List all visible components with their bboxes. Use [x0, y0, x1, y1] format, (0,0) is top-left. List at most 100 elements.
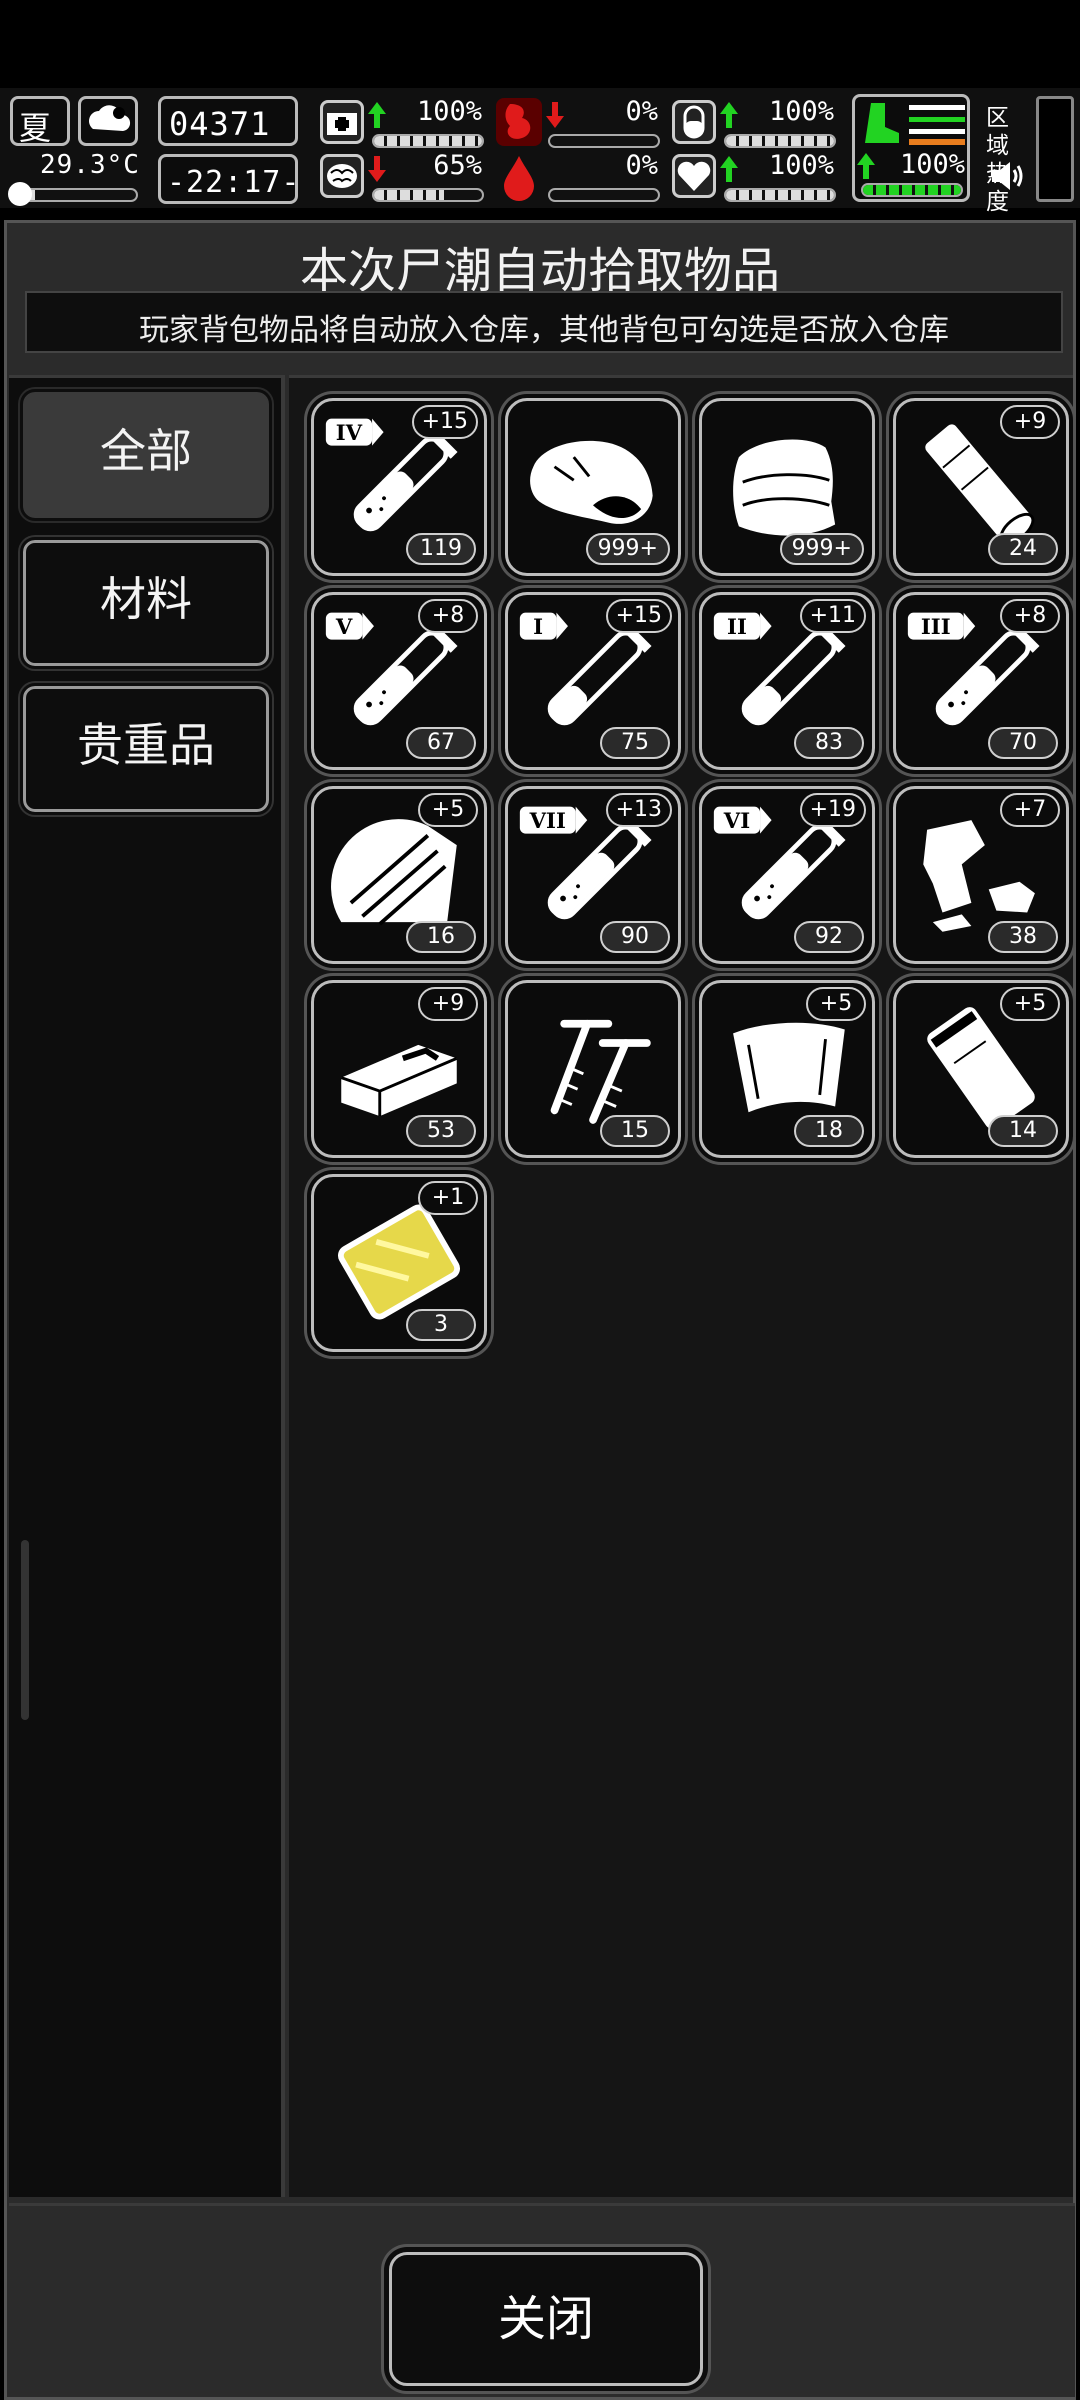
region-heat-meter — [1036, 96, 1074, 202]
weather-icon — [78, 96, 138, 146]
item-count-badge: 18 — [794, 1115, 864, 1147]
item-count-badge: 15 — [600, 1115, 670, 1147]
stamina-percent: 100% — [899, 149, 965, 180]
water-percent: 100% — [768, 96, 834, 127]
item-count-badge: 14 — [988, 1115, 1058, 1147]
item-count-badge: 3 — [406, 1309, 476, 1341]
item-bonus-badge: +9 — [418, 987, 478, 1021]
stamina-lines — [909, 105, 965, 145]
inventory-item[interactable]: VII +13 90 — [505, 786, 681, 964]
inventory-item[interactable]: +5 16 — [311, 786, 487, 964]
inventory-item[interactable]: V +8 67 — [311, 592, 487, 770]
item-count-badge: 999+ — [779, 533, 864, 565]
water-icon[interactable] — [672, 100, 716, 144]
svg-text:II: II — [727, 614, 747, 639]
season-label: 夏 — [19, 109, 52, 147]
boot-icon — [865, 103, 899, 143]
item-bonus-badge: +8 — [418, 599, 478, 633]
item-count-badge: 67 — [406, 727, 476, 759]
item-bonus-badge: +15 — [605, 599, 672, 633]
day-counter: 04371 — [169, 105, 271, 143]
inventory-item[interactable]: +1 3 — [311, 1174, 487, 1352]
item-bonus-badge: +9 — [1000, 405, 1060, 439]
temperature: 29.3°C — [40, 150, 140, 180]
inventory-item[interactable]: IV +15 119 — [311, 398, 487, 576]
inventory-item[interactable]: 999+ — [505, 398, 681, 576]
item-bonus-badge: +7 — [1000, 793, 1060, 827]
inventory-item[interactable]: +9 53 — [311, 980, 487, 1158]
mood-percent: 100% — [768, 150, 834, 181]
item-bonus-badge: +5 — [806, 987, 866, 1021]
subtitle-box: 玩家背包物品将自动放入仓库，其他背包可勾选是否放入仓库 — [25, 291, 1063, 353]
auto-loot-panel: 本次尸潮自动拾取物品 玩家背包物品将自动放入仓库，其他背包可勾选是否放入仓库 全… — [4, 220, 1076, 2400]
stamina-box: 100% — [852, 94, 970, 202]
item-bonus-badge: +13 — [605, 793, 672, 827]
svg-text:IV: IV — [336, 420, 363, 445]
sanity-meter — [372, 188, 484, 202]
inventory-item[interactable]: 15 — [505, 980, 681, 1158]
clock: -22:17- — [167, 165, 301, 200]
item-bonus-badge: +15 — [411, 405, 478, 439]
item-grid: IV +15 119 999+ 999+ +9 24 V +8 67 I +15 75 II — [289, 375, 1073, 2197]
item-bonus-badge: +8 — [1000, 599, 1060, 633]
svg-text:I: I — [533, 614, 543, 639]
water-meter — [724, 134, 836, 148]
inventory-item[interactable]: +5 14 — [893, 980, 1069, 1158]
item-count-badge: 70 — [988, 727, 1058, 759]
item-bonus-badge: +5 — [418, 793, 478, 827]
item-count-badge: 75 — [600, 727, 670, 759]
hunger-percent: 0% — [625, 96, 658, 127]
inventory-item[interactable]: +9 24 — [893, 398, 1069, 576]
svg-text:V: V — [335, 614, 353, 639]
svg-text:III: III — [921, 614, 951, 639]
thermometer-icon — [8, 182, 32, 206]
bleeding-meter — [548, 188, 660, 202]
item-bonus-badge: +5 — [1000, 987, 1060, 1021]
brain-icon[interactable] — [320, 154, 364, 198]
stamina-meter — [861, 183, 963, 197]
close-button[interactable]: 关闭 — [389, 2252, 703, 2386]
tab-valuables[interactable]: 贵重品 — [20, 683, 272, 815]
category-sidebar: 全部 材料 贵重品 — [9, 375, 285, 2197]
stomach-icon[interactable] — [496, 98, 542, 146]
item-count-badge: 92 — [794, 921, 864, 953]
inventory-item[interactable]: 999+ — [699, 398, 875, 576]
sidebar-scrollbar[interactable] — [21, 1540, 29, 1720]
item-bonus-badge: +1 — [418, 1181, 478, 1215]
sanity-percent: 65% — [433, 150, 482, 181]
season-badge: 夏 — [10, 96, 70, 147]
heart-icon[interactable] — [672, 154, 716, 198]
tab-all[interactable]: 全部 — [20, 389, 272, 521]
panel-subtitle: 玩家背包物品将自动放入仓库，其他背包可勾选是否放入仓库 — [139, 313, 949, 348]
item-count-badge: 119 — [406, 533, 476, 565]
tab-materials[interactable]: 材料 — [20, 537, 272, 669]
item-count-badge: 38 — [988, 921, 1058, 953]
svg-text:VI: VI — [723, 808, 750, 833]
panel-footer: 关闭 — [9, 2203, 1075, 2397]
inventory-item[interactable]: III +8 70 — [893, 592, 1069, 770]
item-count-badge: 16 — [406, 921, 476, 953]
item-count-badge: 90 — [600, 921, 670, 953]
bleeding-percent: 0% — [625, 150, 658, 181]
item-count-badge: 24 — [988, 533, 1058, 565]
mood-meter — [724, 188, 836, 202]
item-count-badge: 83 — [794, 727, 864, 759]
health-meter — [372, 134, 484, 148]
item-count-badge: 53 — [406, 1115, 476, 1147]
health-percent: 100% — [416, 96, 482, 127]
inventory-item[interactable]: VI +19 92 — [699, 786, 875, 964]
inventory-item[interactable]: +5 18 — [699, 980, 875, 1158]
svg-text:VII: VII — [529, 808, 566, 833]
inventory-item[interactable]: II +11 83 — [699, 592, 875, 770]
inventory-item[interactable]: +7 38 — [893, 786, 1069, 964]
item-bonus-badge: +11 — [799, 599, 866, 633]
medkit-icon[interactable] — [320, 100, 364, 144]
hunger-meter — [548, 134, 660, 148]
clock-box: -22:17- — [158, 154, 301, 204]
inventory-item[interactable]: I +15 75 — [505, 592, 681, 770]
day-counter-box: 04371 — [158, 96, 298, 146]
speaker-icon[interactable] — [990, 160, 1026, 192]
status-bar: 夏 29.3°C 04371 -22:17- 100% 0% 100% 65% … — [0, 88, 1080, 215]
item-count-badge: 999+ — [585, 533, 670, 565]
blood-icon[interactable] — [496, 152, 542, 202]
